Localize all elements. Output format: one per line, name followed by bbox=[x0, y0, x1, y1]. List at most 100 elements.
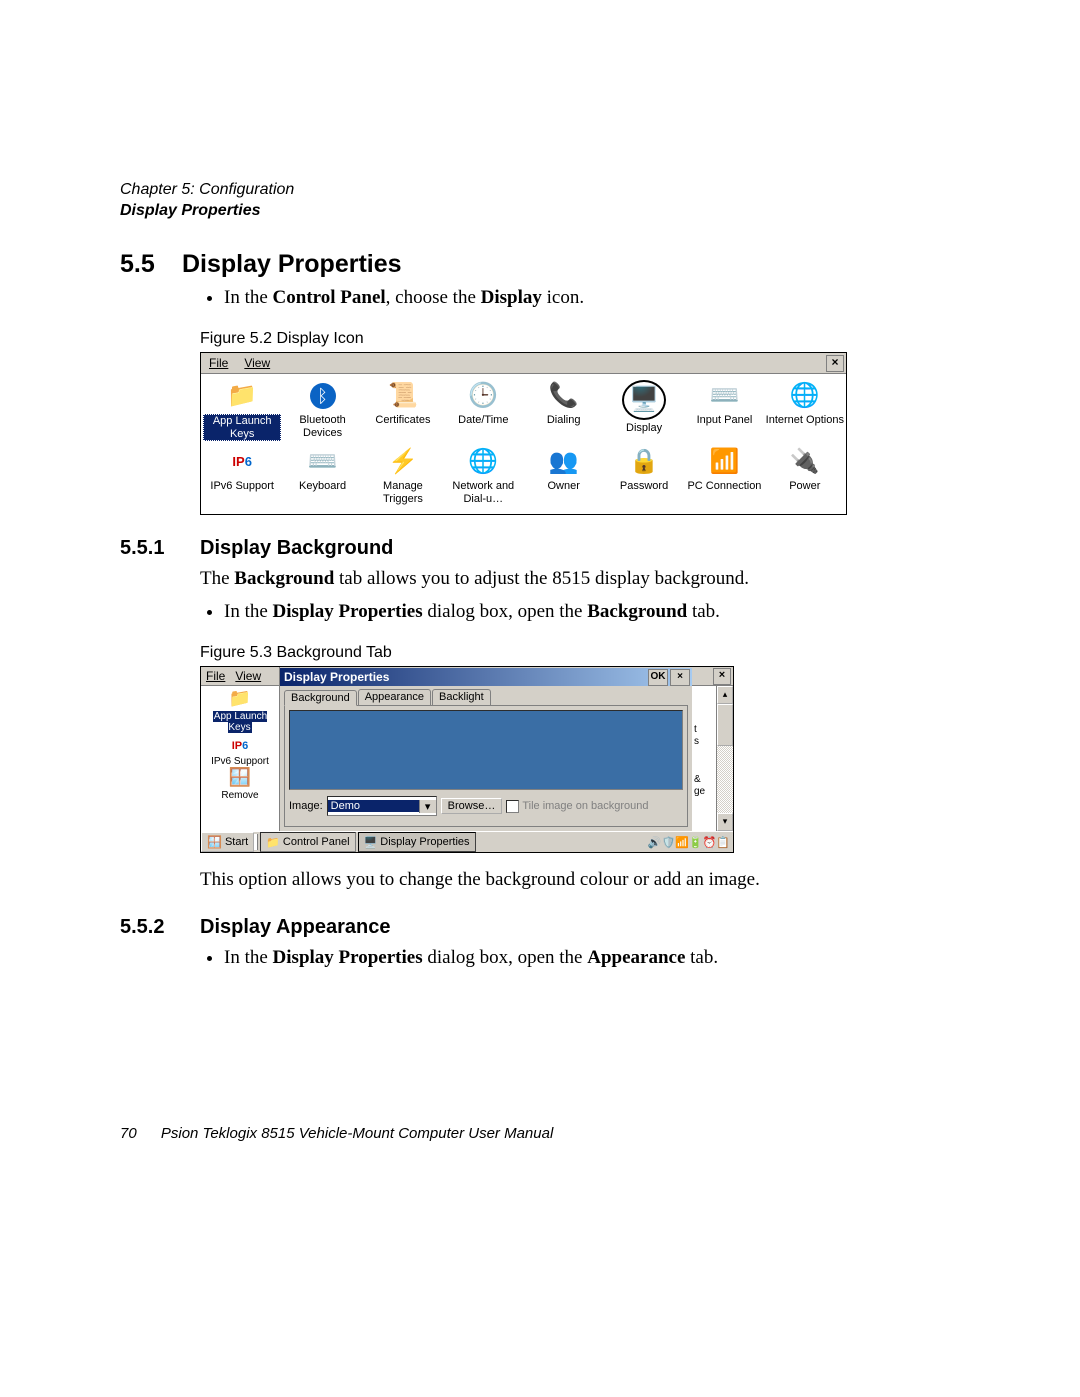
dialog-title: Display Properties bbox=[284, 670, 389, 684]
section-5-5: 5.5 Display Properties bbox=[120, 250, 960, 279]
control-panel-item[interactable]: 🌐Internet Options bbox=[766, 378, 844, 442]
item-label: Input Panel bbox=[697, 414, 753, 427]
display-icon: 🖥️ bbox=[364, 836, 378, 849]
app-icon: ⌨️ bbox=[708, 380, 740, 412]
control-panel-item[interactable]: 👥Owner bbox=[525, 444, 603, 508]
control-panel-item[interactable]: 🔒 Password bbox=[605, 444, 683, 508]
display-properties-window: File View 📁App Launch KeysIP6IPv6 Suppor… bbox=[200, 666, 734, 853]
page-header: Chapter 5: Configuration Display Propert… bbox=[120, 180, 960, 222]
section-title: Display Properties bbox=[182, 250, 402, 279]
control-panel-item[interactable]: IP6IPv6 Support bbox=[203, 444, 281, 508]
app-icon: 🌐 bbox=[467, 446, 499, 478]
scroll-track[interactable] bbox=[717, 746, 733, 813]
tab-background[interactable]: Background bbox=[284, 690, 357, 706]
left-panel: File View 📁App Launch KeysIP6IPv6 Suppor… bbox=[201, 667, 280, 831]
item-label: Owner bbox=[547, 480, 579, 493]
taskbar-item-display-properties[interactable]: 🖥️ Display Properties bbox=[358, 832, 476, 852]
dialog-titlebar: Display Properties OK × bbox=[280, 668, 692, 686]
item-label: IPv6 Support bbox=[211, 756, 269, 767]
dialog-area: × Display Properties OK × BackgroundAppe… bbox=[280, 667, 733, 831]
paragraph: This option allows you to change the bac… bbox=[200, 867, 960, 894]
figure-5-3-caption: Figure 5.3 Background Tab bbox=[200, 644, 960, 662]
menu-view[interactable]: View bbox=[236, 355, 278, 371]
start-button[interactable]: 🪟 Start bbox=[201, 832, 254, 852]
background-preview bbox=[289, 710, 683, 790]
header-chapter: Chapter 5: Configuration bbox=[120, 180, 960, 201]
item-label: Remove bbox=[221, 790, 258, 801]
checkbox-icon[interactable] bbox=[506, 800, 519, 813]
tab-appearance[interactable]: Appearance bbox=[358, 689, 431, 705]
tab-panel: Image: Demo ▾ Browse… Tile image on back… bbox=[284, 705, 688, 827]
subsection-number: 5.5.1 bbox=[120, 537, 200, 560]
system-tray[interactable]: 🔊🛡️📶🔋⏰📋 bbox=[648, 836, 730, 849]
control-panel-body: 📁App Launch KeysᛒBluetooth Devices📜Certi… bbox=[201, 374, 846, 514]
control-panel-item[interactable]: ⌨️ Input Panel bbox=[685, 378, 763, 442]
clipped-label: t bbox=[694, 724, 697, 735]
control-panel-item[interactable]: 🕒Date/Time bbox=[444, 378, 522, 442]
control-panel-window: File View × 📁App Launch KeysᛒBluetooth D… bbox=[200, 352, 847, 515]
sidebar-item[interactable]: IP6IPv6 Support bbox=[211, 734, 269, 767]
chevron-down-icon[interactable]: ▾ bbox=[419, 800, 436, 813]
menu-view[interactable]: View bbox=[230, 669, 266, 683]
control-panel-item[interactable]: 📶PC Connection bbox=[685, 444, 763, 508]
control-panel-item[interactable]: ⚡Manage Triggers bbox=[364, 444, 442, 508]
app-icon: 📁 bbox=[203, 689, 277, 711]
app-icon: 🕒 bbox=[467, 380, 499, 412]
app-icon: 🔒 bbox=[628, 446, 660, 478]
scroll-down-icon[interactable]: ▾ bbox=[717, 813, 733, 831]
ok-button[interactable]: OK bbox=[648, 669, 668, 686]
control-panel-item[interactable]: ᛒBluetooth Devices bbox=[283, 378, 361, 442]
clipped-label: s bbox=[694, 736, 699, 747]
clipped-text: ts&ge bbox=[692, 686, 716, 831]
menu-file[interactable]: File bbox=[201, 669, 230, 683]
tile-checkbox[interactable]: Tile image on background bbox=[506, 800, 648, 813]
item-label: Internet Options bbox=[766, 414, 844, 427]
control-panel-item[interactable]: 📁App Launch Keys bbox=[203, 378, 281, 442]
app-icon: ᛒ bbox=[307, 380, 339, 412]
control-panel-item[interactable]: 🔌Power bbox=[766, 444, 844, 508]
section-5-5-2: 5.5.2 Display Appearance bbox=[120, 916, 960, 939]
control-panel-item[interactable]: ⌨️ Keyboard bbox=[283, 444, 361, 508]
bullet-list: In the Display Properties dialog box, op… bbox=[200, 945, 960, 972]
sidebar-item[interactable]: 📁App Launch Keys bbox=[203, 689, 277, 733]
item-label: Network and Dial-u… bbox=[444, 480, 522, 505]
scroll-up-icon[interactable]: ▴ bbox=[717, 686, 733, 704]
control-panel-item[interactable]: 🖥️Display bbox=[605, 378, 683, 442]
app-icon: 🪟 bbox=[221, 768, 258, 790]
item-label: PC Connection bbox=[687, 480, 761, 493]
app-icon: IP6 bbox=[211, 734, 269, 756]
control-panel-item[interactable]: 📜Certificates bbox=[364, 378, 442, 442]
close-button[interactable]: × bbox=[670, 669, 690, 686]
header-section: Display Properties bbox=[120, 201, 960, 222]
image-select[interactable]: Demo ▾ bbox=[327, 796, 437, 816]
windows-icon: 🪟 bbox=[207, 835, 222, 849]
close-button[interactable]: × bbox=[826, 355, 844, 372]
tab-backlight[interactable]: Backlight bbox=[432, 689, 491, 705]
taskbar-item-control-panel[interactable]: 📁 Control Panel bbox=[260, 832, 355, 852]
scroll-thumb[interactable] bbox=[717, 704, 733, 746]
app-icon: ⌨️ bbox=[307, 446, 339, 478]
app-icon: ⚡ bbox=[387, 446, 419, 478]
footer-text: Psion Teklogix 8515 Vehicle-Mount Comput… bbox=[161, 1125, 553, 1142]
item-label: Power bbox=[789, 480, 820, 493]
item-label: Keyboard bbox=[299, 480, 346, 493]
section-5-5-1: 5.5.1 Display Background bbox=[120, 537, 960, 560]
clipped-label: & bbox=[694, 774, 701, 785]
separator bbox=[254, 834, 258, 850]
item-label: Password bbox=[620, 480, 668, 493]
image-value: Demo bbox=[328, 800, 419, 812]
outer-close-button[interactable]: × bbox=[713, 668, 731, 685]
browse-button[interactable]: Browse… bbox=[441, 798, 503, 814]
app-icon: 📜 bbox=[387, 380, 419, 412]
control-panel-item[interactable]: 📞Dialing bbox=[525, 378, 603, 442]
control-panel-item[interactable]: 🌐Network and Dial-u… bbox=[444, 444, 522, 508]
sidebar-item[interactable]: 🪟Remove bbox=[221, 768, 258, 801]
item-label: Bluetooth Devices bbox=[283, 414, 361, 439]
subsection-title: Display Background bbox=[200, 537, 393, 560]
left-menubar: File View bbox=[201, 667, 279, 686]
menu-file[interactable]: File bbox=[201, 355, 236, 371]
tile-label: Tile image on background bbox=[522, 800, 648, 812]
app-icon: 🖥️ bbox=[622, 380, 666, 420]
page-footer: 70 Psion Teklogix 8515 Vehicle-Mount Com… bbox=[120, 1125, 553, 1142]
scrollbar[interactable]: ▴ ▾ bbox=[716, 686, 733, 831]
